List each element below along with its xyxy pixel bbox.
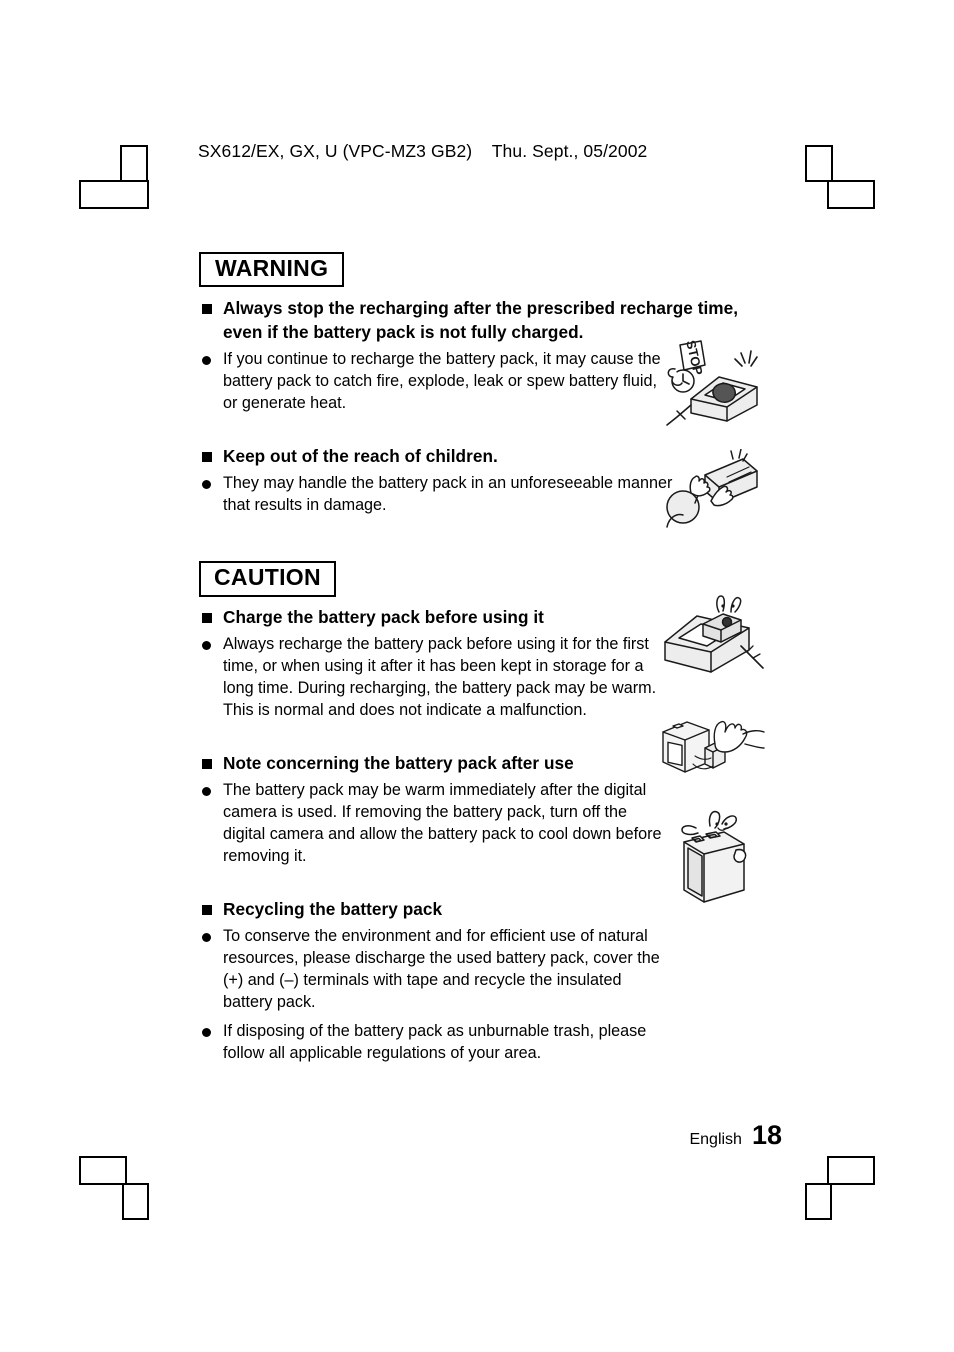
crop-mark-vertical-bar bbox=[120, 145, 148, 182]
bullet-text: They may handle the battery pack in an u… bbox=[223, 474, 673, 515]
crop-mark-vertical-bar bbox=[122, 1183, 149, 1220]
square-bullet-icon bbox=[202, 612, 212, 623]
heading-text: Keep out of the reach of children. bbox=[223, 445, 498, 466]
bullet-text: If you continue to recharge the battery … bbox=[223, 350, 661, 412]
round-bullet-icon bbox=[202, 1028, 211, 1038]
crop-mark-horizontal-bar bbox=[827, 180, 875, 209]
crop-mark-vertical-bar bbox=[805, 145, 833, 182]
crop-mark-horizontal-bar bbox=[79, 180, 149, 209]
document-header: SX612/EX, GX, U (VPC-MZ3 GB2) Thu. Sept.… bbox=[198, 141, 648, 161]
bullet-text: To conserve the environment and for effi… bbox=[223, 927, 660, 1012]
bullet-text: If disposing of the battery pack as unbu… bbox=[223, 1022, 647, 1063]
heading-text: Note concerning the battery pack after u… bbox=[223, 752, 574, 773]
warning-item-2-bullet-1: They may handle the battery pack in an u… bbox=[199, 473, 673, 517]
round-bullet-icon bbox=[202, 787, 211, 797]
round-bullet-icon bbox=[202, 480, 211, 490]
crop-mark-horizontal-bar bbox=[827, 1156, 875, 1185]
footer-language: English bbox=[689, 1131, 742, 1148]
crop-mark-vertical-bar bbox=[805, 1183, 832, 1220]
square-bullet-icon bbox=[202, 451, 212, 462]
page-footer: English 18 bbox=[0, 1120, 782, 1151]
round-bullet-icon bbox=[202, 356, 211, 366]
round-bullet-icon bbox=[202, 933, 211, 943]
battery-charger-icon bbox=[657, 594, 765, 682]
caution-item-1-bullet-1: Always recharge the battery pack before … bbox=[199, 634, 673, 722]
bullet-text: Always recharge the battery pack before … bbox=[223, 634, 657, 719]
round-bullet-icon bbox=[202, 640, 211, 650]
crop-mark-bottom-left bbox=[79, 1156, 149, 1220]
crop-mark-horizontal-bar bbox=[79, 1156, 127, 1185]
crop-mark-bottom-right bbox=[805, 1156, 875, 1220]
crop-mark-top-left bbox=[79, 145, 149, 209]
document-page: SX612/EX, GX, U (VPC-MZ3 GB2) Thu. Sept.… bbox=[0, 0, 954, 1352]
taped-battery-pack-icon bbox=[662, 806, 760, 906]
crop-mark-top-right bbox=[805, 145, 875, 209]
bullet-text: The battery pack may be warm immediately… bbox=[223, 781, 662, 865]
square-bullet-icon bbox=[202, 758, 212, 769]
heading-text: Always stop the recharging after the pre… bbox=[223, 298, 739, 342]
removing-battery-from-camera-icon bbox=[657, 700, 765, 788]
warning-item-1-bullet-1: If you continue to recharge the battery … bbox=[199, 349, 673, 415]
warning-item-1-heading: Always stop the recharging after the pre… bbox=[199, 297, 753, 344]
page-number: 18 bbox=[751, 1120, 782, 1150]
square-bullet-icon bbox=[202, 304, 212, 315]
warning-label: WARNING bbox=[199, 252, 345, 288]
caution-item-3-bullet-2: If disposing of the battery pack as unbu… bbox=[199, 1021, 673, 1065]
caution-label: CAUTION bbox=[199, 561, 336, 597]
caution-item-2-bullet-1: The battery pack may be warm immediately… bbox=[199, 780, 673, 868]
caution-item-3-bullet-1: To conserve the environment and for effi… bbox=[199, 926, 673, 1014]
heading-text: Charge the battery pack before using it bbox=[223, 606, 544, 627]
child-handling-battery-icon bbox=[657, 449, 765, 531]
square-bullet-icon bbox=[202, 904, 212, 915]
charger-overheating-stop-icon: STOP bbox=[657, 339, 765, 431]
heading-text: Recycling the battery pack bbox=[223, 898, 443, 919]
